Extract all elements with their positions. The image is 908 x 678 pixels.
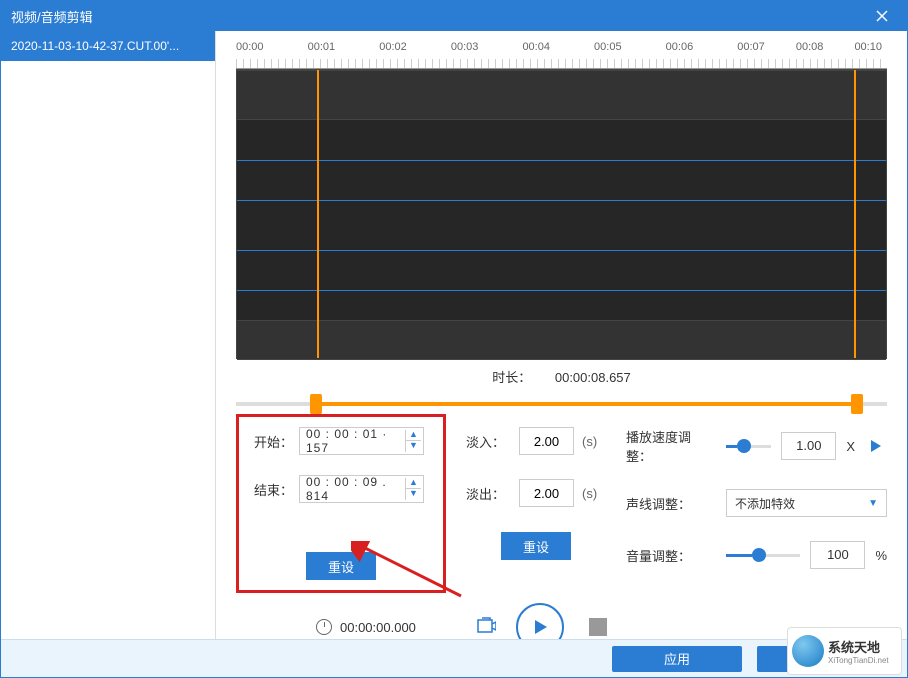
speed-label: 播放速度调整： [626, 427, 716, 465]
playback-time: 00:00:00.000 [316, 619, 416, 635]
snapshot-button[interactable] [476, 616, 496, 639]
globe-icon [792, 635, 824, 667]
range-marker-start[interactable] [317, 70, 319, 358]
file-tab[interactable]: 2020-11-03-10-42-37.CUT.00'... [1, 31, 215, 61]
speed-preview-button[interactable] [865, 435, 887, 457]
voice-label: 声线调整： [626, 494, 716, 513]
volume-label: 音量调整： [626, 546, 716, 565]
range-marker-end[interactable] [854, 70, 856, 358]
clock-icon [316, 619, 332, 635]
file-sidebar: 2020-11-03-10-42-37.CUT.00'... [1, 31, 216, 641]
editor-window: 视频/音频剪辑 2020-11-03-10-42-37.CUT.00'... 0… [0, 0, 908, 678]
titlebar: 视频/音频剪辑 [1, 1, 907, 31]
dialog-footer: 应用 OK [1, 639, 907, 677]
start-label: 开始： [254, 432, 299, 451]
duration-display: 时长： 00:00:08.657 [216, 359, 907, 394]
start-time-input[interactable]: 00 : 00 : 01 · 157 ▲ ▼ [299, 427, 424, 455]
end-label: 结束： [254, 480, 299, 499]
chevron-down-icon: ▼ [868, 498, 878, 509]
fade-reset-button[interactable]: 重设 [501, 532, 571, 560]
speed-slider[interactable] [726, 436, 771, 456]
fadeout-input[interactable] [519, 479, 574, 507]
time-ruler: 00:00 00:01 00:02 00:03 00:04 00:05 00:0… [236, 41, 887, 59]
window-title: 视频/音频剪辑 [11, 7, 867, 26]
volume-slider[interactable] [726, 545, 800, 565]
scrub-handle-start[interactable] [310, 394, 322, 414]
adjust-group: 播放速度调整： 1.00 X 声线调整： [626, 414, 887, 593]
speed-value[interactable]: 1.00 [781, 432, 836, 460]
start-spinner-down[interactable]: ▼ [405, 441, 421, 452]
fadein-input[interactable] [519, 427, 574, 455]
stop-button[interactable] [589, 618, 607, 636]
watermark-badge: 系统天地 XiTongTianDi.net [787, 627, 902, 675]
volume-value[interactable]: 100 [810, 541, 865, 569]
main-panel: 00:00 00:01 00:02 00:03 00:04 00:05 00:0… [216, 31, 907, 641]
close-button[interactable] [867, 1, 897, 31]
time-reset-button[interactable]: 重设 [306, 552, 376, 580]
fade-group: 淡入： (s) 淡出： (s) 重设 [466, 414, 606, 593]
scrub-handle-end[interactable] [851, 394, 863, 414]
end-time-input[interactable]: 00 : 00 : 09 . 814 ▲ ▼ [299, 475, 424, 503]
voice-select[interactable]: 不添加特效 ▼ [726, 489, 887, 517]
fadeout-label: 淡出： [466, 484, 511, 503]
apply-button[interactable]: 应用 [612, 646, 742, 672]
time-range-group: 开始： 00 : 00 : 01 · 157 ▲ ▼ 结束： 00 : 0 [236, 414, 446, 593]
fadein-label: 淡入： [466, 432, 511, 451]
end-spinner-down[interactable]: ▼ [405, 489, 421, 500]
waveform-display[interactable] [236, 69, 887, 359]
